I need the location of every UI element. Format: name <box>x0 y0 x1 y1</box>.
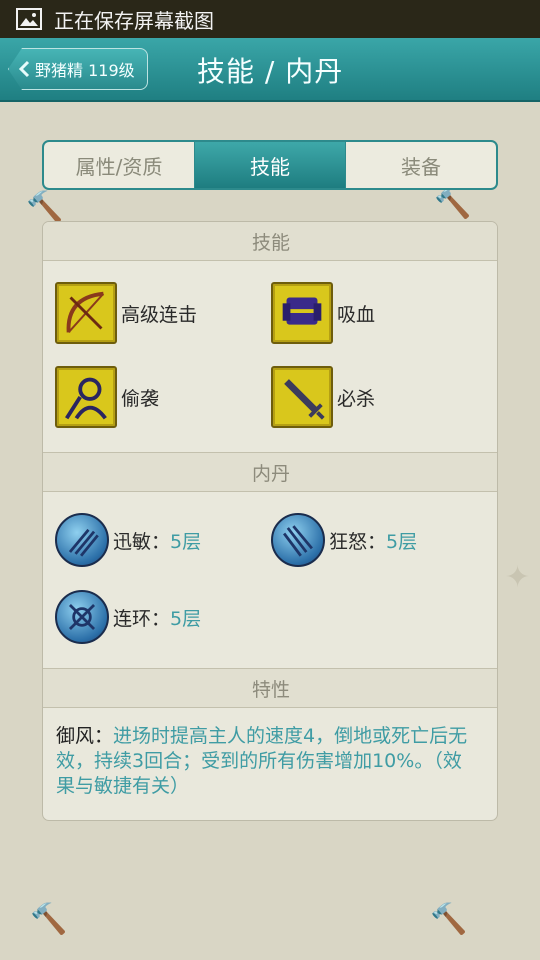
back-button-label: 野猪精 119级 <box>35 61 135 80</box>
chevron-left-icon <box>18 60 30 78</box>
skills-section-title: 技能 <box>43 222 497 261</box>
sneak-attack-icon <box>55 366 117 428</box>
skill-name: 吸血 <box>337 303 376 326</box>
background-hammer-icon: 🔨 <box>434 186 472 221</box>
neidan-item[interactable]: 迅敏： 5层 <box>55 509 201 571</box>
neidan-name: 迅敏： <box>113 530 171 553</box>
sword-icon <box>271 366 333 428</box>
neidan-level: 5层 <box>170 607 202 630</box>
tab-skills[interactable]: 技能 <box>195 142 346 188</box>
neidan-level: 5层 <box>170 530 202 553</box>
background-sparkle-icon: ✦ <box>505 560 531 595</box>
neidan-name: 狂怒： <box>329 530 387 553</box>
tab-attributes[interactable]: 属性/资质 <box>44 142 195 188</box>
neidan-level: 5层 <box>386 530 418 553</box>
skill-name: 高级连击 <box>121 303 198 326</box>
background-hammer-icon: 🔨 <box>26 190 64 225</box>
skill-item[interactable]: 吸血 <box>271 282 375 344</box>
background-hammer-icon: 🔨 <box>430 902 468 937</box>
page-title: 技能 / 内丹 <box>197 55 344 88</box>
chain-orb-icon <box>55 590 109 644</box>
back-button[interactable]: 野猪精 119级 <box>8 48 148 90</box>
trait-effect: 进场时提高主人的速度4，倒地或死亡后无效，持续3回合；受到的所有伤害增加10%。… <box>56 725 468 797</box>
tab-equipment[interactable]: 装备 <box>346 142 496 188</box>
image-icon <box>16 8 42 30</box>
agility-orb-icon <box>55 513 109 567</box>
skill-name: 偷袭 <box>121 387 160 410</box>
status-bar: 正在保存屏幕截图 <box>0 0 540 38</box>
skill-item[interactable]: 必杀 <box>271 366 375 428</box>
status-text: 正在保存屏幕截图 <box>54 8 214 33</box>
bow-icon <box>55 282 117 344</box>
neidan-name: 连环： <box>113 607 171 630</box>
neidan-section-title: 内丹 <box>43 452 497 492</box>
trait-description: 御风：进场时提高主人的速度4，倒地或死亡后无效，持续3回合；受到的所有伤害增加1… <box>56 724 476 799</box>
trait-name: 御风： <box>56 725 114 747</box>
skill-item[interactable]: 偷袭 <box>55 366 159 428</box>
skill-name: 必杀 <box>337 387 376 410</box>
traits-section-title: 特性 <box>43 668 497 708</box>
tab-bar: 属性/资质 技能 装备 <box>42 140 498 190</box>
background-hammer-icon: 🔨 <box>30 902 68 937</box>
neidan-item[interactable]: 连环： 5层 <box>55 586 201 648</box>
neidan-item[interactable]: 狂怒： 5层 <box>271 509 417 571</box>
skill-item[interactable]: 高级连击 <box>55 282 197 344</box>
blood-icon <box>271 282 333 344</box>
rage-orb-icon <box>271 513 325 567</box>
app-header: 野猪精 119级 技能 / 内丹 <box>0 38 540 102</box>
skills-panel: 技能 高级连击 吸血 偷袭 必杀 内丹 迅敏： 5层 狂怒： 5层 连环： 5层… <box>42 221 498 821</box>
